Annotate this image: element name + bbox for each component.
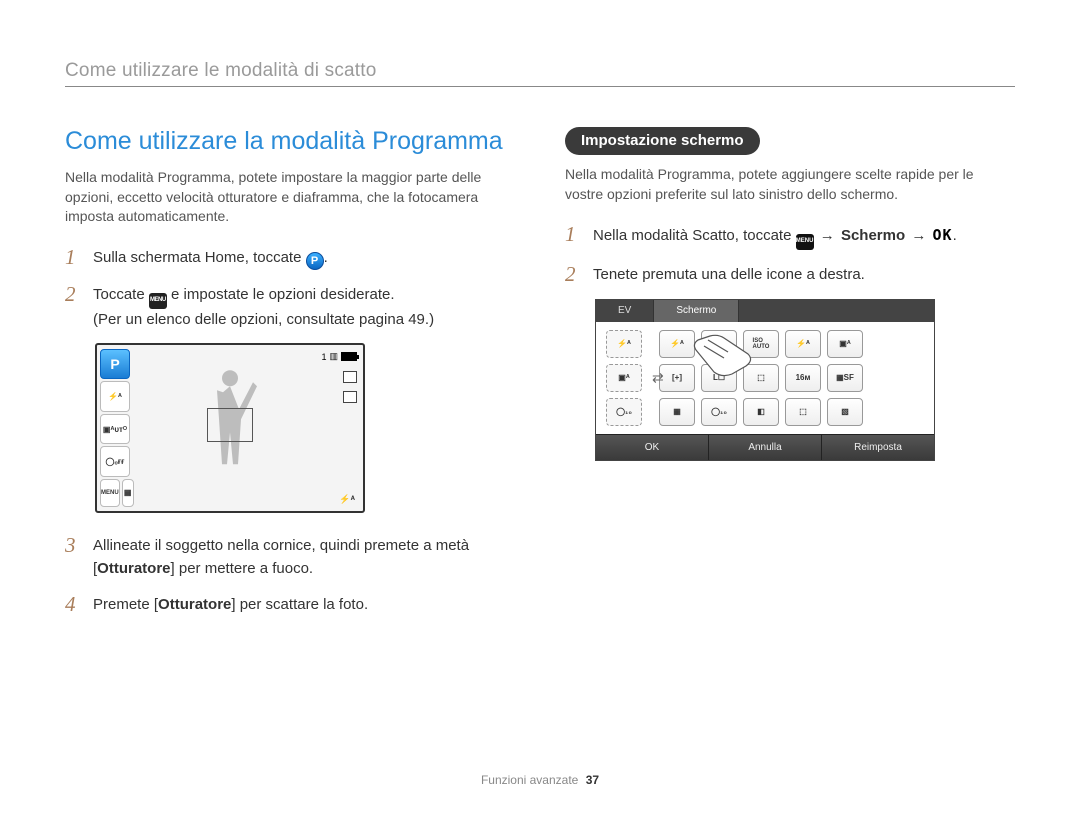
reset-button[interactable]: Reimposta: [822, 435, 934, 460]
step-text: Toccate MENU e impostate le opzioni desi…: [93, 282, 434, 331]
shortcut-slot[interactable]: ⚡ᴬ: [606, 330, 642, 358]
swap-arrows-icon: ⇄: [652, 369, 664, 386]
option-cell[interactable]: ◯₁₀: [701, 398, 737, 426]
indicator-icon: [343, 391, 357, 403]
step-number: 4: [65, 592, 83, 617]
page-footer: Funzioni avanzate 37: [0, 773, 1080, 787]
status-bar: 1 ▥: [321, 351, 357, 362]
tabs: EV Schermo: [596, 300, 934, 322]
step-text: Nella modalità Scatto, toccate MENU → Sc…: [593, 222, 957, 250]
menu-icon: MENU: [149, 293, 167, 309]
camera-preview-figure: P ⚡ᴬ ▣ᴬᴜᴛᴼ ◯ₒғғ MENU ▦ 1 ▥: [95, 343, 365, 513]
ok-icon: OK: [933, 226, 953, 244]
section-title: Come utilizzare la modalità Programma: [65, 127, 515, 156]
step-1: 1 Sulla schermata Home, toccate P.: [65, 245, 515, 270]
breadcrumb: Come utilizzare le modalità di scatto: [65, 60, 377, 81]
touch-hand-icon: [688, 332, 758, 382]
step-number: 1: [65, 245, 83, 270]
menu-icon: MENU: [796, 234, 814, 250]
tab-schermo[interactable]: Schermo: [654, 300, 739, 322]
right-column: Impostazione schermo Nella modalità Prog…: [565, 127, 1015, 629]
option-cell[interactable]: ⚡ᴬ: [785, 330, 821, 358]
timer-off-button[interactable]: ◯ₒғғ: [100, 446, 130, 476]
step-number: 3: [65, 533, 83, 558]
right-indicators: [343, 371, 357, 403]
option-cell[interactable]: ◧: [743, 398, 779, 426]
focus-auto-button[interactable]: ▣ᴬᴜᴛᴼ: [100, 414, 130, 444]
step-text: Tenete premuta una delle icone a destra.: [593, 262, 865, 287]
page-header: Come utilizzare le modalità di scatto: [65, 60, 1015, 87]
option-cell[interactable]: 16ᴍ: [785, 364, 821, 392]
step-number: 1: [565, 222, 583, 247]
settings-footer: OK Annulla Reimposta: [596, 434, 934, 460]
memory-icon: ▥: [329, 351, 338, 362]
intro-text: Nella modalità Programma, potete imposta…: [65, 168, 515, 227]
step-number: 2: [565, 262, 583, 287]
step-text: Allineate il soggetto nella cornice, qui…: [93, 533, 515, 580]
settings-screen-figure: EV Schermo ⚡ᴬ ▣ᴬ ◯₁₀ ⇄ ⚡ᴬ AWB ISO AUTO: [595, 299, 935, 461]
menu-button[interactable]: MENU: [100, 479, 120, 507]
page-number: 37: [586, 773, 599, 787]
p-mode-icon: P: [306, 252, 324, 270]
ok-button[interactable]: OK: [596, 435, 709, 460]
flash-indicator: ⚡ᴬ: [339, 494, 355, 505]
step-3: 3 Allineate il soggetto nella cornice, q…: [65, 533, 515, 580]
display-button[interactable]: ▦: [122, 479, 134, 507]
option-cell[interactable]: ▦: [659, 398, 695, 426]
left-column: Come utilizzare la modalità Programma Ne…: [65, 127, 515, 629]
intro-text: Nella modalità Programma, potete aggiung…: [565, 165, 1015, 204]
shortcut-slots: ⚡ᴬ ▣ᴬ ◯₁₀: [606, 330, 642, 426]
tab-ev[interactable]: EV: [596, 300, 654, 322]
flash-button[interactable]: ⚡ᴬ: [100, 381, 130, 411]
shortcut-slot[interactable]: ◯₁₀: [606, 398, 642, 426]
step-2: 2 Tenete premuta una delle icone a destr…: [565, 262, 1015, 287]
indicator-icon: [343, 371, 357, 383]
camera-left-toolbar: P ⚡ᴬ ▣ᴬᴜᴛᴼ ◯ₒғғ MENU ▦: [97, 345, 133, 511]
step-2: 2 Toccate MENU e impostate le opzioni de…: [65, 282, 515, 331]
focus-rectangle: [207, 408, 253, 442]
step-text: Premete [Otturatore] per scattare la fot…: [93, 592, 368, 617]
option-cell[interactable]: ⬚: [785, 398, 821, 426]
cancel-button[interactable]: Annulla: [709, 435, 822, 460]
settings-body: ⚡ᴬ ▣ᴬ ◯₁₀ ⇄ ⚡ᴬ AWB ISO AUTO ⚡ᴬ ▣ᴬ [+] L☐: [596, 322, 934, 434]
step-text: Sulla schermata Home, toccate P.: [93, 245, 328, 270]
battery-icon: [341, 352, 357, 361]
subsection-pill: Impostazione schermo: [565, 127, 760, 155]
shortcut-slot[interactable]: ▣ᴬ: [606, 364, 642, 392]
option-cell[interactable]: ▧: [827, 398, 863, 426]
step-1: 1 Nella modalità Scatto, toccate MENU → …: [565, 222, 1015, 250]
option-cell[interactable]: ▣ᴬ: [827, 330, 863, 358]
option-cell[interactable]: ▦SF: [827, 364, 863, 392]
mode-p-button[interactable]: P: [100, 349, 130, 379]
footer-section: Funzioni avanzate: [481, 773, 578, 787]
step-4: 4 Premete [Otturatore] per scattare la f…: [65, 592, 515, 617]
step-number: 2: [65, 282, 83, 307]
